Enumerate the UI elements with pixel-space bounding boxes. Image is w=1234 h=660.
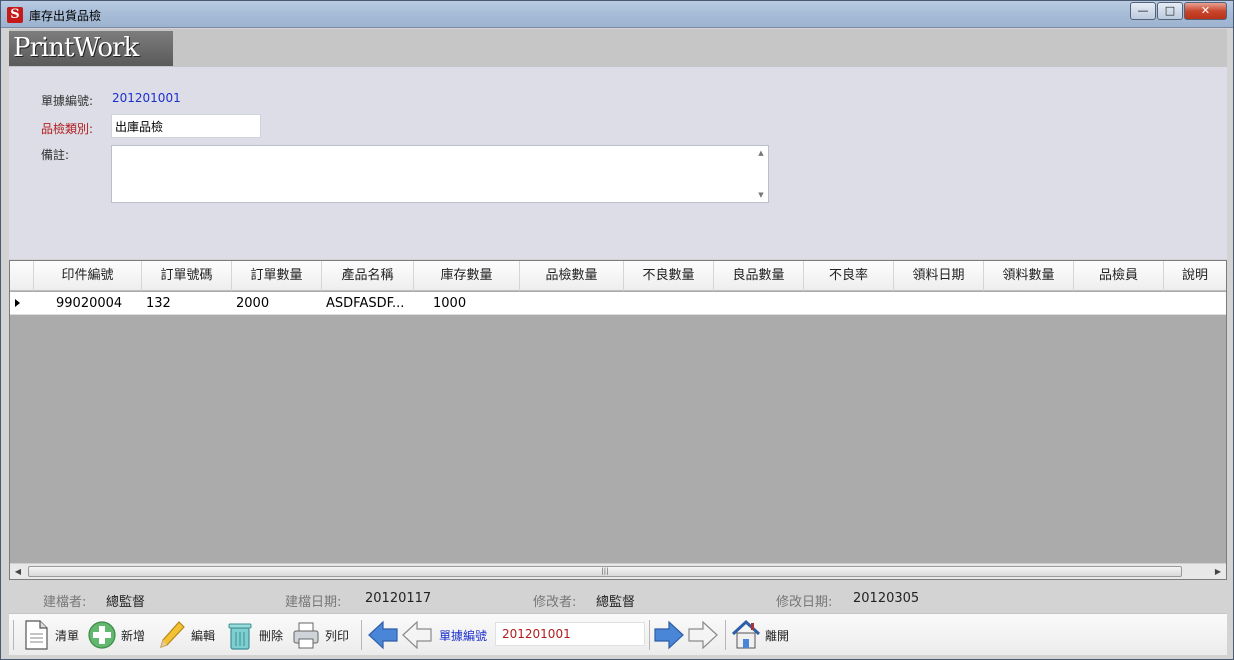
main-window: S 庫存出貨品檢 — □ ✕ PrintWork 單據編號: 201201001… bbox=[0, 0, 1234, 660]
print-label: 列印 bbox=[325, 628, 350, 643]
pencil-icon bbox=[160, 621, 185, 648]
table-cell[interactable]: 132 bbox=[146, 292, 171, 315]
next-button[interactable] bbox=[653, 618, 685, 652]
grid-header: 印件編號 訂單號碼 訂單數量 產品名稱 庫存數量 品檢數量 不良數量 良品數量 … bbox=[10, 261, 1226, 291]
previous-button[interactable] bbox=[367, 618, 399, 652]
column-header[interactable]: 領料日期 bbox=[894, 261, 984, 291]
column-header[interactable]: 良品數量 bbox=[714, 261, 804, 291]
category-label: 品檢類別: bbox=[41, 122, 94, 136]
column-header[interactable]: 不良數量 bbox=[624, 261, 714, 291]
column-header[interactable]: 印件編號 bbox=[34, 261, 142, 291]
table-cell[interactable]: ASDFASDF... bbox=[326, 292, 404, 315]
created-date-label: 建檔日期: bbox=[285, 595, 342, 610]
scroll-up-icon[interactable]: ▲ bbox=[754, 149, 768, 157]
toolbar-separator bbox=[649, 620, 650, 650]
table-row[interactable]: 99020004 132 2000 ASDFASDF... 1000 bbox=[10, 292, 1226, 315]
exit-label: 離開 bbox=[765, 628, 790, 643]
note-label: 備註: bbox=[41, 148, 70, 162]
exit-button[interactable]: 離開 bbox=[731, 618, 789, 652]
column-header[interactable]: 訂單號碼 bbox=[142, 261, 232, 291]
scroll-right-icon[interactable]: ▶ bbox=[1210, 564, 1226, 580]
list-button[interactable]: 清單 bbox=[21, 618, 79, 652]
audit-bar: 建檔者: 總監督 建檔日期: 20120117 修改者: 總監督 修改日期: 2… bbox=[9, 581, 1227, 613]
horizontal-scrollbar[interactable]: ◀ ||| ▶ bbox=[10, 563, 1226, 579]
note-textarea[interactable]: ▲ ▼ bbox=[111, 145, 769, 203]
title-bar[interactable]: S 庫存出貨品檢 — □ ✕ bbox=[1, 1, 1233, 28]
add-icon bbox=[88, 621, 116, 649]
first-button[interactable] bbox=[401, 618, 433, 652]
creator-label: 建檔者: bbox=[43, 595, 87, 610]
modified-date-label: 修改日期: bbox=[776, 595, 833, 610]
arrow-left-outline-icon bbox=[402, 620, 432, 650]
delete-label: 刪除 bbox=[259, 628, 284, 643]
column-header[interactable]: 說明 bbox=[1164, 261, 1226, 291]
minimize-button[interactable]: — bbox=[1130, 2, 1156, 20]
toolbar-separator bbox=[725, 620, 726, 650]
nav-doc-no-field[interactable]: 201201001 bbox=[495, 622, 645, 646]
nav-doc-no-label: 單據編號 bbox=[439, 629, 488, 643]
toolbar-grip bbox=[13, 620, 14, 650]
maximize-button[interactable]: □ bbox=[1157, 2, 1183, 20]
header-form: 單據編號: 201201001 品檢類別: 出庫品檢 備註: ▲ ▼ bbox=[9, 67, 1227, 259]
close-button[interactable]: ✕ bbox=[1184, 2, 1227, 20]
home-icon bbox=[731, 619, 761, 649]
detail-grid: 印件編號 訂單號碼 訂單數量 產品名稱 庫存數量 品檢數量 不良數量 良品數量 … bbox=[9, 260, 1227, 580]
doc-no-label: 單據編號: bbox=[41, 94, 94, 108]
column-header[interactable]: 產品名稱 bbox=[322, 261, 414, 291]
printer-icon bbox=[293, 622, 319, 649]
edit-button[interactable]: 編輯 bbox=[157, 618, 215, 652]
column-header[interactable]: 領料數量 bbox=[984, 261, 1074, 291]
arrow-left-icon bbox=[368, 620, 398, 650]
table-cell[interactable]: 1000 bbox=[433, 292, 466, 315]
doc-no-value: 201201001 bbox=[112, 91, 181, 105]
column-header[interactable]: 庫存數量 bbox=[414, 261, 520, 291]
add-button[interactable]: 新增 bbox=[87, 618, 145, 652]
scroll-down-icon[interactable]: ▼ bbox=[754, 191, 768, 199]
toolbar-separator bbox=[361, 620, 362, 650]
document-list-icon bbox=[25, 620, 48, 650]
column-header[interactable]: 品檢數量 bbox=[520, 261, 624, 291]
window-controls: — □ ✕ bbox=[1129, 2, 1227, 20]
modifier-value: 總監督 bbox=[596, 595, 636, 610]
app-icon[interactable]: S bbox=[7, 7, 23, 23]
arrow-right-outline-icon bbox=[688, 620, 718, 650]
creator-value: 總監督 bbox=[106, 595, 146, 610]
scroll-left-icon[interactable]: ◀ bbox=[10, 564, 26, 580]
delete-button[interactable]: 刪除 bbox=[225, 618, 283, 652]
bottom-toolbar: 清單 新增 編輯 刪除 列印 單據編號 201201001 離開 bbox=[9, 613, 1227, 655]
modified-date-value: 20120305 bbox=[853, 591, 920, 606]
add-label: 新增 bbox=[121, 628, 146, 643]
last-button[interactable] bbox=[687, 618, 719, 652]
modifier-label: 修改者: bbox=[533, 595, 577, 610]
scrollbar-thumb[interactable]: ||| bbox=[28, 566, 1182, 577]
column-header[interactable]: 訂單數量 bbox=[232, 261, 322, 291]
edit-label: 編輯 bbox=[191, 628, 216, 643]
printwork-logo: PrintWork bbox=[9, 31, 173, 66]
banner: PrintWork bbox=[9, 29, 1227, 67]
arrow-right-icon bbox=[654, 620, 684, 650]
created-date-value: 20120117 bbox=[365, 591, 432, 606]
window-title: 庫存出貨品檢 bbox=[29, 9, 102, 23]
column-header[interactable]: 品檢員 bbox=[1074, 261, 1164, 291]
list-label: 清單 bbox=[55, 628, 80, 643]
category-field[interactable]: 出庫品檢 bbox=[111, 114, 261, 138]
current-row-indicator-icon bbox=[15, 299, 20, 307]
trash-icon bbox=[228, 623, 252, 650]
note-scrollbar[interactable]: ▲ ▼ bbox=[754, 146, 768, 202]
print-button[interactable]: 列印 bbox=[291, 618, 349, 652]
row-header-corner bbox=[10, 261, 34, 291]
table-cell[interactable]: 99020004 bbox=[56, 292, 122, 315]
column-header[interactable]: 不良率 bbox=[804, 261, 894, 291]
table-cell[interactable]: 2000 bbox=[236, 292, 269, 315]
